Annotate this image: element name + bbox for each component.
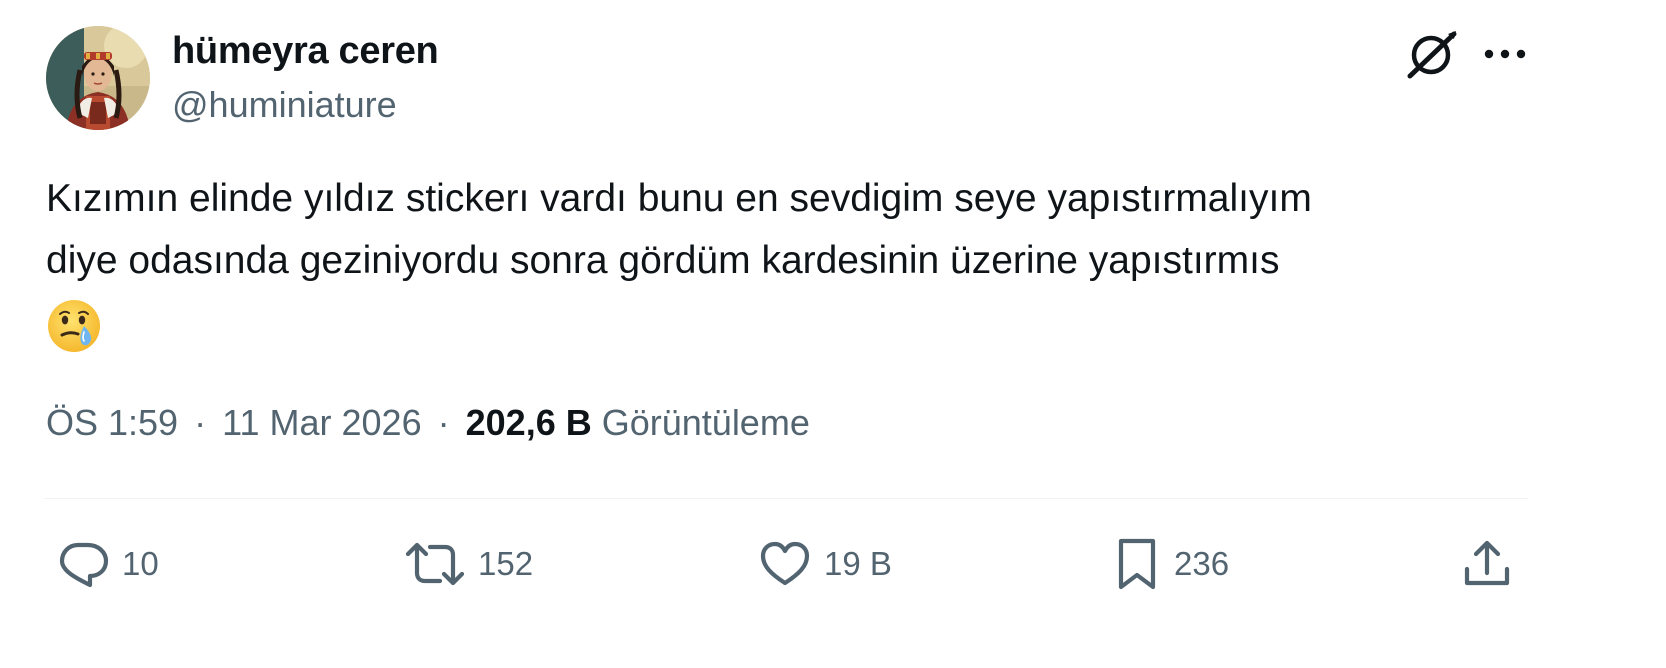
like-icon	[760, 541, 810, 586]
grok-icon[interactable]	[1402, 28, 1460, 80]
reply-button[interactable]: 10	[56, 534, 159, 594]
views-label[interactable]: Görüntüleme	[602, 402, 810, 443]
like-button[interactable]: 19 B	[758, 534, 892, 594]
repost-count: 152	[478, 545, 534, 582]
tweet-card: hümeyra ceren @huminiature Kızımın elind…	[0, 0, 1666, 668]
repost-button[interactable]: 152	[404, 534, 533, 594]
bookmark-button[interactable]: 236	[1112, 534, 1229, 594]
tweet-date[interactable]: 11 Mar 2026	[222, 402, 421, 443]
bookmark-count: 236	[1174, 545, 1230, 582]
meta-separator: ·	[194, 402, 207, 443]
reply-icon	[59, 542, 109, 588]
repost-icon	[405, 542, 465, 586]
tweet-text-line: Kızımın elinde yıldız stickerı vardı bun…	[46, 177, 1312, 220]
share-icon	[1464, 540, 1510, 586]
avatar[interactable]	[46, 26, 150, 130]
reply-count: 10	[122, 545, 159, 582]
like-count: 19 B	[824, 545, 892, 582]
tweet-text-line: diye odasında geziniyordu sonra gördüm k…	[46, 239, 1280, 282]
tweet-text: Kızımın elinde yıldız stickerı vardı bun…	[46, 168, 1546, 292]
tweet-meta: ÖS 1:59 · 11 Mar 2026 · 202,6 B Görüntül…	[46, 402, 810, 444]
divider	[44, 498, 1528, 499]
tweet-time[interactable]: ÖS 1:59	[46, 402, 178, 443]
user-handle[interactable]: @huminiature	[172, 84, 397, 126]
meta-separator: ·	[437, 402, 450, 443]
more-icon[interactable]	[1480, 36, 1530, 72]
face-holding-back-tears-emoji-icon	[46, 298, 102, 354]
display-name[interactable]: hümeyra ceren	[172, 30, 439, 73]
share-button[interactable]	[1460, 534, 1514, 594]
bookmark-icon	[1118, 538, 1156, 590]
views-count[interactable]: 202,6 B	[466, 402, 592, 443]
avatar-image	[46, 26, 150, 130]
